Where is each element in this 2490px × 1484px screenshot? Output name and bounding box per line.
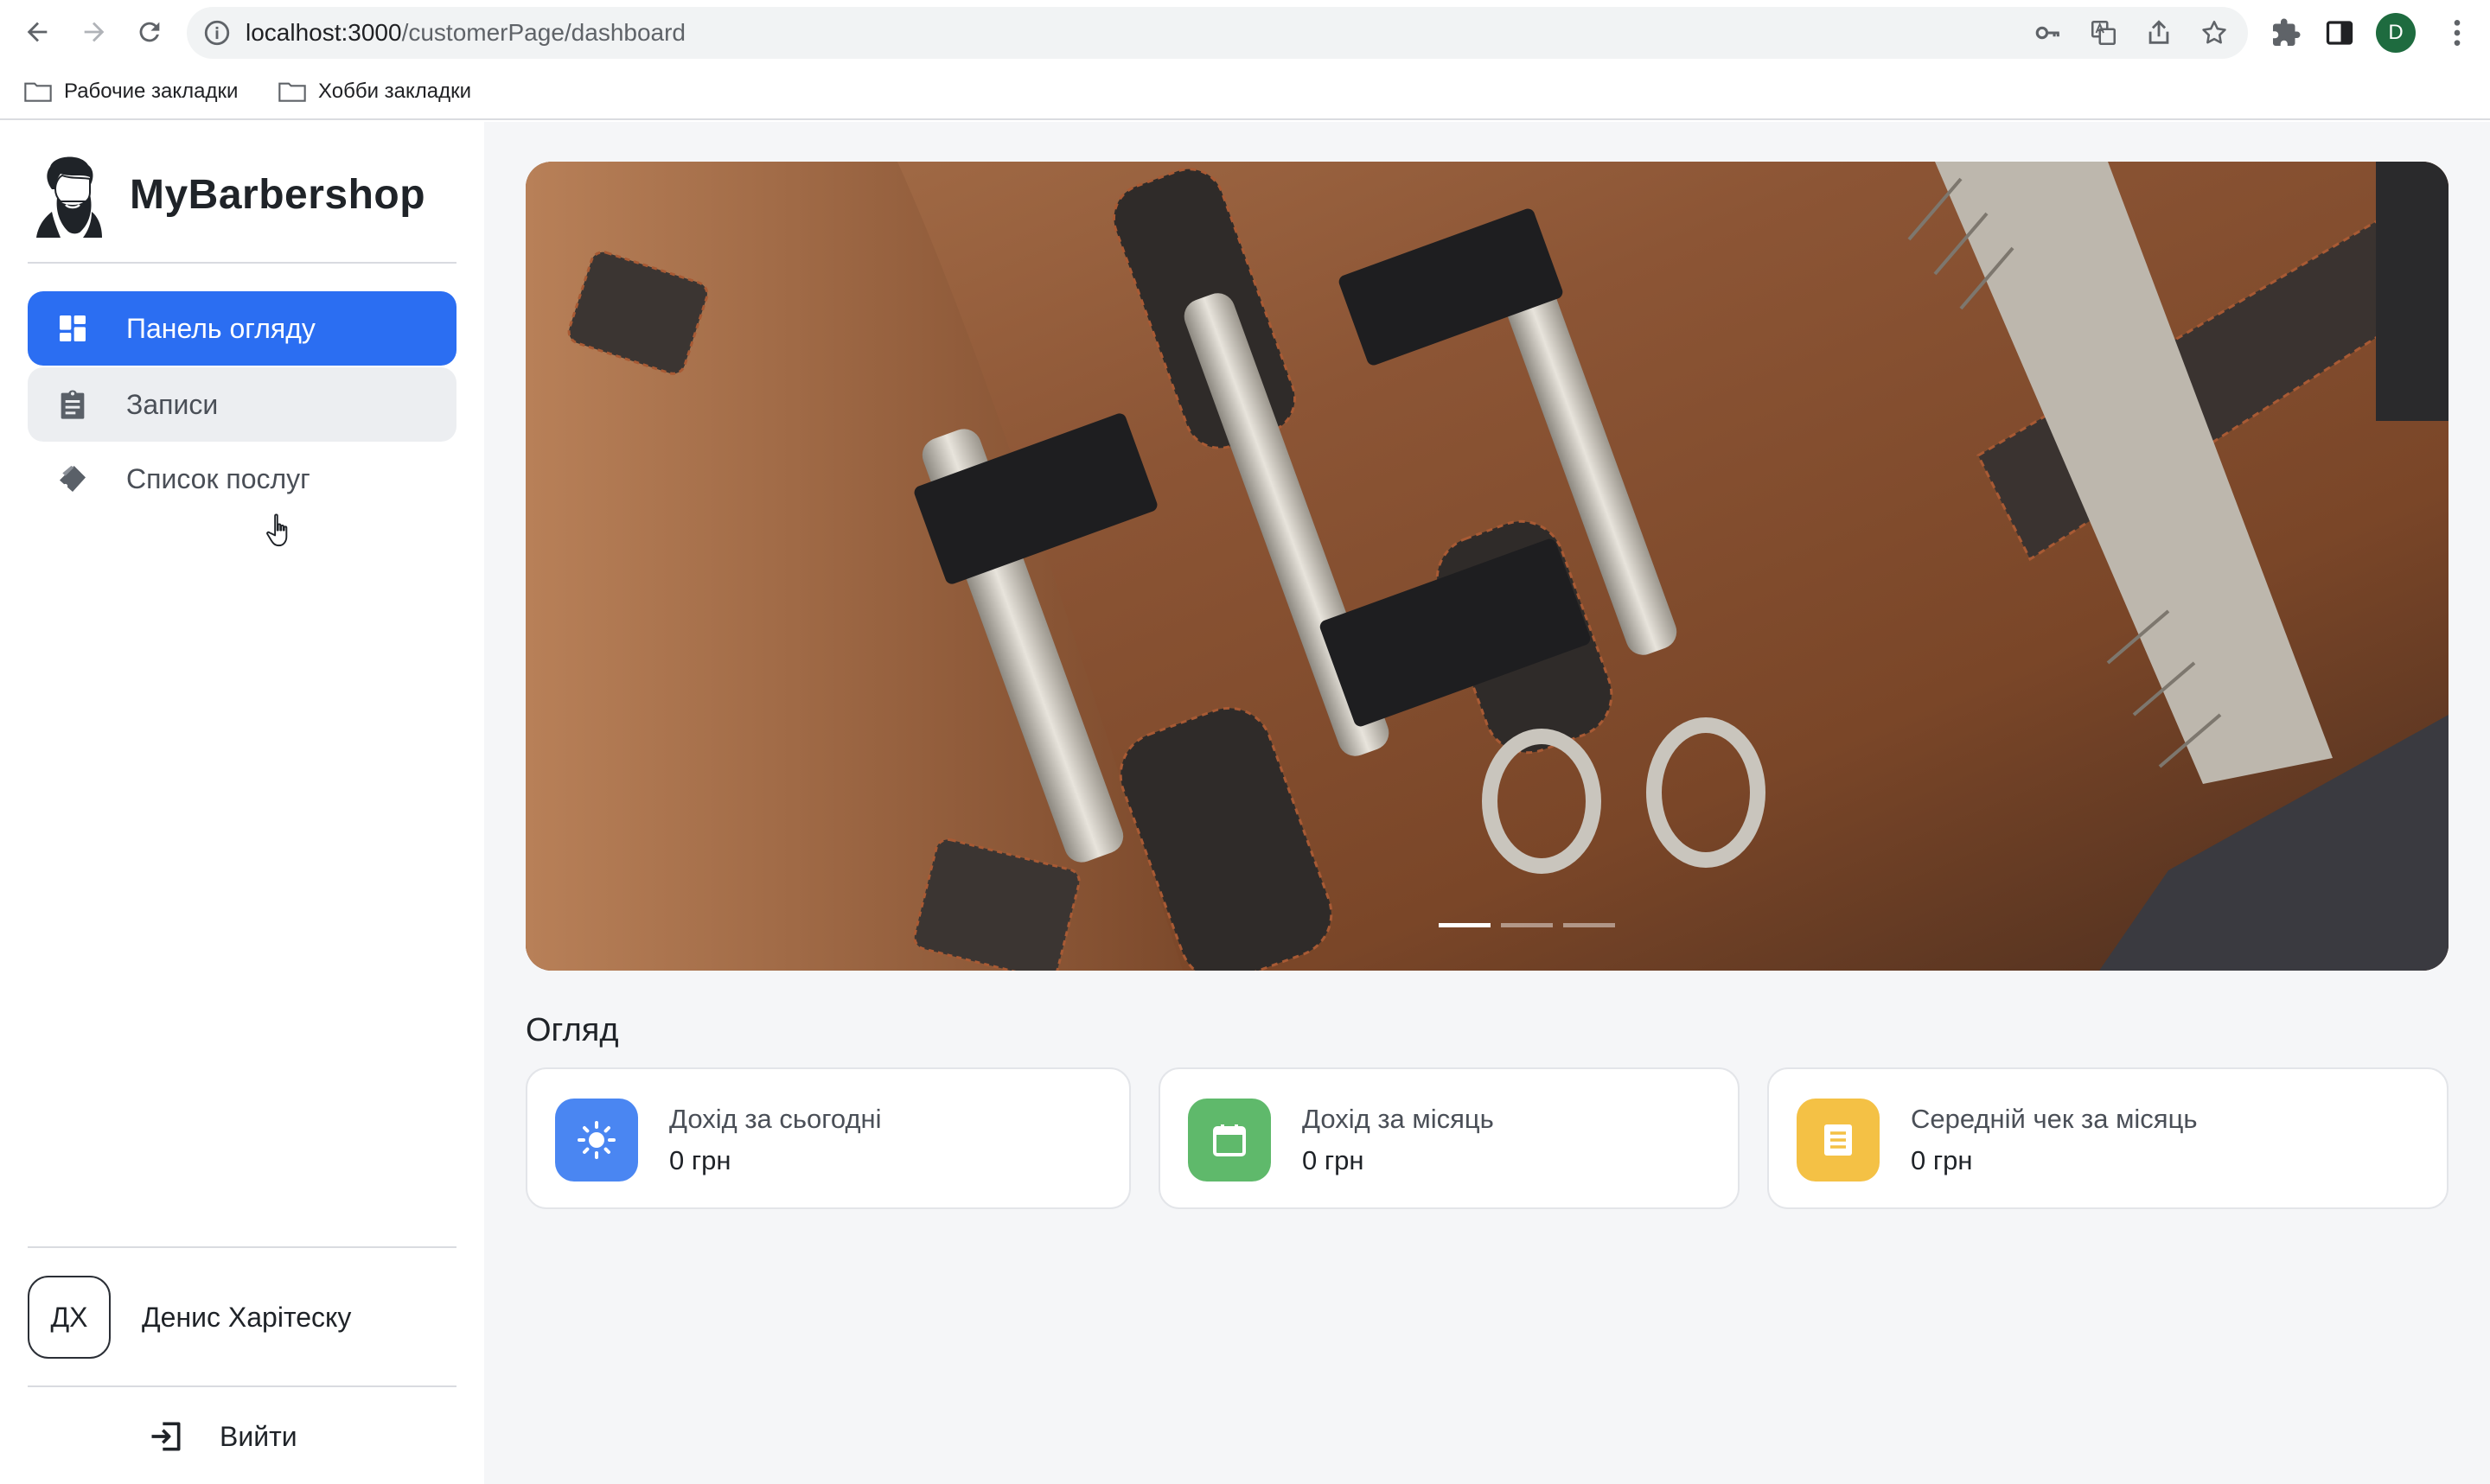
card-label: Середній чек за місяць bbox=[1911, 1104, 2198, 1134]
divider bbox=[28, 1246, 456, 1248]
barber-logo-icon bbox=[36, 156, 102, 238]
sidebar-item-label: Панель огляду bbox=[126, 312, 316, 344]
bookmark-label: Хобби закладки bbox=[318, 80, 472, 103]
extensions-icon[interactable] bbox=[2270, 17, 2302, 48]
folder-icon bbox=[278, 82, 306, 102]
arrow-left-icon bbox=[27, 22, 48, 42]
forward-button[interactable] bbox=[74, 12, 114, 52]
overview-title: Огляд bbox=[526, 1012, 619, 1048]
profile-avatar[interactable]: D bbox=[2376, 13, 2416, 53]
stat-card-today-income: Дохід за сьогодні 0 грн bbox=[526, 1067, 1131, 1209]
brand-name: MyBarbershop bbox=[130, 171, 426, 218]
logout-button[interactable]: Вийти bbox=[147, 1414, 297, 1459]
tag-icon bbox=[60, 466, 86, 492]
sidebar-item-label: Записи bbox=[126, 388, 219, 420]
divider bbox=[28, 262, 456, 264]
menu-dots-icon[interactable] bbox=[2440, 16, 2474, 50]
receipt-icon bbox=[1824, 1124, 1852, 1156]
brand[interactable]: MyBarbershop bbox=[26, 151, 425, 238]
bookmark-folder[interactable]: Хобби закладки bbox=[278, 74, 471, 109]
hand-cursor-icon bbox=[266, 513, 288, 547]
barber-tools-image bbox=[526, 162, 2448, 971]
folder-icon bbox=[24, 82, 52, 102]
star-icon[interactable] bbox=[2200, 18, 2229, 48]
dashboard-icon bbox=[60, 315, 86, 341]
sidebar-item-dashboard[interactable]: Панель огляду bbox=[28, 291, 456, 366]
sidebar-item-services[interactable]: Список послуг bbox=[28, 442, 456, 516]
address-bar[interactable]: localhost:3000/customerPage/dashboard bbox=[187, 7, 2248, 59]
carousel-indicators bbox=[1439, 923, 1615, 927]
main-content: Огляд Дохід за сьогодні 0 грн Дохід за м… bbox=[484, 122, 2490, 1484]
divider bbox=[28, 1385, 456, 1387]
sun-icon bbox=[578, 1121, 616, 1159]
browser-chrome: localhost:3000/customerPage/dashboard D … bbox=[0, 0, 2490, 120]
stat-card-average-check: Середній чек за місяць 0 грн bbox=[1767, 1067, 2448, 1209]
card-icon-box bbox=[1797, 1099, 1880, 1181]
url-host: localhost:3000 bbox=[246, 19, 402, 46]
card-label: Дохід за сьогодні bbox=[669, 1104, 882, 1134]
card-icon-box bbox=[1188, 1099, 1271, 1181]
sidebar-item-appointments[interactable]: Записи bbox=[28, 367, 456, 442]
bookmark-label: Рабочие закладки bbox=[64, 80, 239, 103]
carousel-dot[interactable] bbox=[1439, 923, 1491, 927]
carousel-dot[interactable] bbox=[1563, 923, 1615, 927]
sidebar: MyBarbershop Панель огляду Записи Список… bbox=[0, 122, 484, 1484]
carousel-dot[interactable] bbox=[1501, 923, 1553, 927]
card-icon-box bbox=[555, 1099, 638, 1181]
reload-icon bbox=[139, 22, 160, 42]
avatar: ДХ bbox=[28, 1276, 111, 1359]
back-button[interactable] bbox=[17, 12, 57, 52]
share-icon[interactable] bbox=[2144, 18, 2174, 48]
card-value: 0 грн bbox=[669, 1145, 731, 1175]
card-value: 0 грн bbox=[1302, 1145, 1364, 1175]
arrow-right-icon bbox=[84, 22, 105, 42]
hero-carousel[interactable] bbox=[526, 162, 2448, 971]
info-icon[interactable] bbox=[202, 18, 232, 48]
logout-label: Вийти bbox=[220, 1420, 297, 1452]
clipboard-icon bbox=[61, 390, 85, 419]
card-value: 0 грн bbox=[1911, 1145, 1973, 1175]
bookmarks-bar: Рабочие закладки Хобби закладки bbox=[0, 71, 2490, 111]
browser-toolbar: localhost:3000/customerPage/dashboard D bbox=[0, 0, 2490, 66]
url-text[interactable]: localhost:3000/customerPage/dashboard bbox=[246, 19, 686, 47]
stat-card-month-income: Дохід за місяць 0 грн bbox=[1159, 1067, 1740, 1209]
user-profile[interactable]: ДХ Денис Харітеску bbox=[28, 1276, 351, 1359]
translate-icon[interactable] bbox=[2089, 18, 2118, 48]
calendar-icon bbox=[1213, 1124, 1246, 1156]
key-icon[interactable] bbox=[2034, 18, 2063, 48]
bookmark-folder[interactable]: Рабочие закладки bbox=[24, 74, 238, 109]
reload-button[interactable] bbox=[130, 12, 169, 52]
url-path: /customerPage/dashboard bbox=[401, 19, 686, 46]
side-panel-icon[interactable] bbox=[2324, 17, 2355, 48]
card-label: Дохід за місяць bbox=[1302, 1104, 1494, 1134]
user-name: Денис Харітеску bbox=[142, 1301, 352, 1333]
logout-icon bbox=[151, 1422, 181, 1451]
sidebar-item-label: Список послуг bbox=[126, 462, 310, 494]
